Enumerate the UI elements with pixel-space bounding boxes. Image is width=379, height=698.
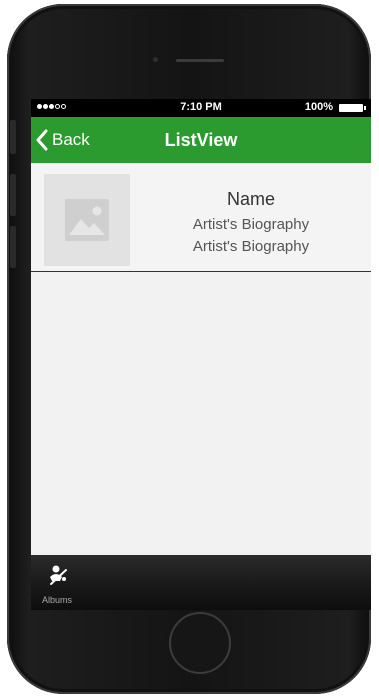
albums-icon [50,565,67,585]
tab-albums[interactable]: Albums [35,555,79,610]
status-bar: 7:10 PM 100% [31,99,371,117]
page-title: ListView [164,130,238,150]
battery-icon [339,104,366,112]
phone-frame: 7:10 PM 100% Back ListView Name Artist's… [7,4,371,694]
artist-biography: Artist's Biography [192,216,310,233]
image-placeholder-icon [65,199,109,241]
navigation-bar: Back ListView [31,117,371,163]
list-item[interactable]: Name Artist's Biography Artist's Biograp… [31,163,371,272]
volume-up-button [10,174,16,216]
mute-switch [10,120,16,154]
home-button[interactable] [169,612,231,674]
volume-down-button [10,226,16,268]
screen: 7:10 PM 100% Back ListView Name Artist's… [31,99,371,610]
battery-percentage: 100% [304,101,333,113]
tab-bar: Albums [31,555,371,610]
tab-albums-label: Albums [41,595,72,605]
artist-name: Name [226,189,275,209]
front-camera [153,57,158,62]
earpiece-speaker [176,59,224,62]
artist-thumbnail [44,174,130,266]
artist-biography: Artist's Biography [192,238,310,255]
